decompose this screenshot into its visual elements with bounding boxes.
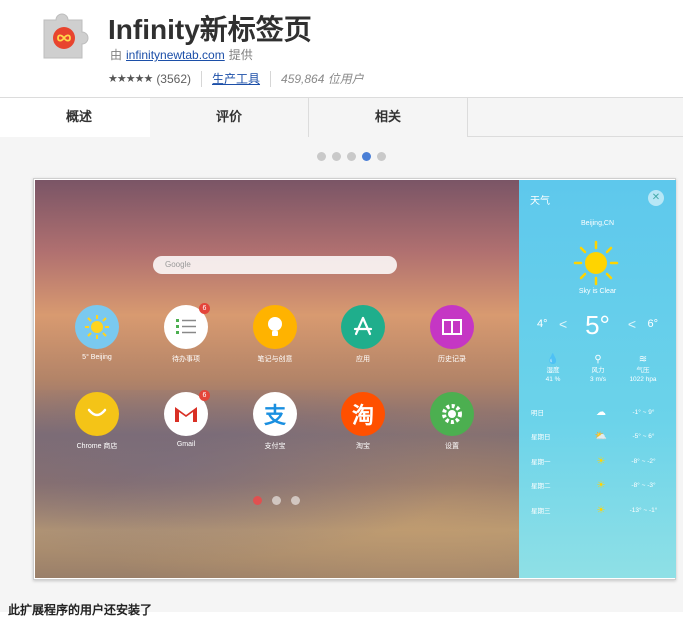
tab-reviews[interactable]: 评价 (150, 98, 309, 137)
divider (201, 70, 202, 87)
app-label: 设置 (445, 443, 459, 450)
app-notes: 笔记与创意 (240, 305, 310, 364)
app-taobao: 淘 淘宝 (328, 392, 398, 451)
user-count: 459,864 位用户 (281, 72, 364, 86)
carousel-dot[interactable] (317, 152, 326, 161)
stat-wind: ⚲ 风力 3 m/s (578, 354, 618, 384)
chrome-store-icon (75, 392, 119, 436)
less-than-icon: < (627, 316, 636, 332)
forecast-row: 星期三 ☀ -13° ~ -1° (531, 504, 658, 516)
weather-title: 天气 (530, 196, 550, 207)
high-temperature: 6° (647, 318, 658, 330)
close-icon: ✕ (648, 190, 664, 206)
weather-panel: 天气 ✕ Beijing,CN Sky is Clear 5° 4° < < 6… (519, 180, 676, 578)
app-label: 应用 (356, 356, 370, 363)
alipay-icon: 支 (253, 392, 297, 436)
page-dot (291, 496, 300, 505)
app-label: 待办事项 (172, 356, 200, 363)
category-link[interactable]: 生产工具 (212, 70, 260, 87)
stat-pressure: ≋ 气压 1022 hpa (623, 354, 663, 384)
weather-stats: 💧 湿度 41 % ⚲ 风力 3 m/s ≋ 气压 1022 hpa (533, 354, 663, 384)
app-label: Gmail (176, 441, 196, 448)
by-prefix: 由 (110, 48, 123, 62)
taobao-icon: 淘 (341, 392, 385, 436)
stat-humidity: 💧 湿度 41 % (533, 354, 573, 384)
notification-badge: 6 (199, 390, 210, 401)
page-dots (253, 496, 300, 505)
app-settings: 设置 (417, 392, 487, 451)
settings-gear-icon (430, 392, 474, 436)
app-gmail: 6 Gmail (151, 390, 221, 448)
sun-icon (573, 240, 619, 286)
app-label: 笔记与创意 (257, 356, 293, 363)
by-suffix: 提供 (228, 48, 253, 62)
forecast-row: 星期二 ☀ -8° ~ -3° (531, 479, 656, 491)
carousel-dots (317, 152, 386, 161)
tab-related[interactable]: 相关 (309, 98, 468, 137)
extension-header: Infinity新标签页 由 infinitynewtab.com 提供 ★★★★★… (0, 0, 683, 97)
google-search-bar: Google (153, 256, 397, 274)
app-label: Chrome 商店 (76, 443, 118, 450)
preview-screenshot[interactable]: Google 5° Beijing 6 待办事项 笔记与创意 应用 历史记录 C… (33, 178, 676, 580)
cloud-icon: ☁ (596, 406, 606, 418)
humidity-drop-icon: 💧 (546, 354, 560, 365)
detail-tabs: 概述 评价 相关 (0, 97, 683, 138)
forecast-row: 星期一 ☀ -8° ~ -2° (531, 455, 656, 467)
notification-badge: 6 (199, 303, 210, 314)
history-book-icon (430, 305, 474, 349)
carousel-dot[interactable] (347, 152, 356, 161)
app-todo: 6 待办事项 (151, 303, 221, 364)
also-installed-heading: 此扩展程序的用户还安装了 (8, 603, 153, 617)
wind-turbine-icon: ⚲ (594, 354, 602, 365)
forecast-row: 明日 ☁ -1° ~ 9° (531, 406, 655, 418)
carousel-dot[interactable] (332, 152, 341, 161)
sun-icon: ☀ (596, 479, 606, 491)
divider (270, 70, 272, 87)
app-apps: 应用 (328, 305, 398, 364)
todo-list-icon: 6 (164, 303, 210, 349)
extension-title: Infinity新标签页 (108, 14, 312, 45)
page-dot-active (253, 496, 262, 505)
meta-row: ★★★★★ (3562) 生产工具 459,864 位用户 (108, 70, 364, 87)
carousel-dot-active[interactable] (362, 152, 371, 161)
less-than-icon: < (559, 316, 568, 332)
wallpaper-background: Google 5° Beijing 6 待办事项 笔记与创意 应用 历史记录 C… (35, 180, 519, 578)
gmail-icon: 6 (164, 390, 210, 436)
page-dot (272, 496, 281, 505)
lightbulb-icon (253, 305, 297, 349)
app-store-icon (341, 305, 385, 349)
app-chrome-store: Chrome 商店 (62, 392, 132, 451)
puzzle-extension-icon (43, 13, 89, 59)
sun-icon: ☀ (596, 455, 606, 467)
app-label: 历史记录 (438, 356, 466, 363)
weather-description: Sky is Clear (578, 288, 617, 295)
low-temperature: 4° (537, 318, 548, 330)
weather-city: Beijing,CN (580, 220, 615, 227)
app-alipay: 支 支付宝 (240, 392, 310, 451)
rating-stars-icon: ★★★★★ (108, 73, 153, 85)
rating-count[interactable]: (3562) (156, 72, 191, 86)
tab-overview[interactable]: 概述 (0, 98, 159, 138)
temperature-row: 5° 4° < < 6° (519, 310, 676, 340)
app-label: 支付宝 (264, 443, 286, 450)
carousel-dot[interactable] (377, 152, 386, 161)
app-history: 历史记录 (417, 305, 487, 364)
app-weather: 5° Beijing (62, 305, 132, 361)
app-label: 淘宝 (356, 443, 370, 450)
weather-sun-icon (75, 305, 119, 349)
publisher-line: 由 infinitynewtab.com 提供 (110, 46, 253, 63)
forecast-row: 星期日 ⛅ -5° ~ 6° (531, 430, 655, 442)
pressure-icon: ≋ (638, 354, 648, 365)
cloud-sun-icon: ⛅ (594, 430, 608, 442)
publisher-link[interactable]: infinitynewtab.com (126, 48, 225, 62)
sun-icon: ☀ (596, 504, 606, 516)
app-label: 5° Beijing (82, 354, 112, 361)
